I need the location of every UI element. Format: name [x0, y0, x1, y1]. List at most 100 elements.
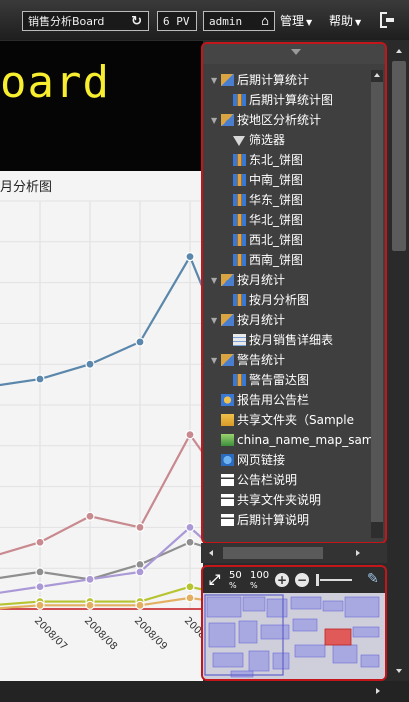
scroll-right-icon[interactable] [356, 550, 360, 556]
zoom-in-icon[interactable]: + [275, 573, 289, 587]
tree-item-label: 华北_饼图 [249, 213, 304, 227]
bar-chart-icon [233, 214, 246, 226]
expand-arrow-icon[interactable]: ▼ [211, 111, 221, 131]
tree-item[interactable]: 网页链接 [211, 450, 285, 470]
tree-item[interactable]: 按月分析图 [233, 290, 309, 310]
navigator-minimap[interactable] [203, 593, 385, 679]
tree-item-label: china_name_map_sam [237, 433, 374, 447]
folder-chart-icon [221, 114, 234, 126]
banner-title: oard [0, 57, 110, 108]
scroll-left-icon[interactable] [209, 550, 213, 556]
data-point [135, 567, 145, 577]
tree-item[interactable]: 中南_饼图 [233, 170, 303, 190]
logout-icon[interactable] [380, 12, 394, 30]
map-icon [221, 434, 234, 446]
filter-icon [233, 136, 245, 146]
data-point [35, 537, 45, 547]
data-point [85, 600, 95, 610]
bottom-scrollbar[interactable] [0, 681, 409, 702]
note-icon [221, 474, 234, 486]
tree-horizontal-scrollbar[interactable] [201, 543, 387, 563]
tree-item-label: 后期计算统计 [237, 73, 310, 87]
tree-item[interactable]: 按月销售详细表 [233, 330, 333, 350]
data-point [135, 600, 145, 610]
tree-item-label: 东北_饼图 [249, 153, 304, 167]
expand-arrow-icon[interactable]: ▼ [211, 351, 221, 371]
tree-item[interactable]: china_name_map_sam [211, 430, 373, 450]
zoom-50-button[interactable]: 50% [229, 571, 242, 591]
tree-item-label: 西南_饼图 [249, 253, 304, 267]
tree-item-label: 警告统计 [237, 353, 286, 367]
tree-item-label: 中南_饼图 [249, 173, 304, 187]
zoom-out-icon[interactable]: − [295, 573, 309, 587]
page-scroll-down-icon[interactable] [396, 669, 402, 673]
report-title-box[interactable]: 销售分析Board ↻ [22, 11, 149, 31]
tree-scroll-thumb[interactable] [371, 82, 383, 522]
tree-item-label: 按月统计 [237, 273, 286, 287]
home-icon[interactable]: ⌂ [261, 12, 269, 32]
folder-chart-icon [221, 314, 234, 326]
panel-header[interactable] [203, 44, 385, 64]
data-point [185, 430, 195, 440]
series-line [0, 596, 203, 610]
x-tick-label: 2008/07 [32, 615, 69, 652]
tree-item[interactable]: 东北_饼图 [233, 150, 303, 170]
tree-scrollbar[interactable] [371, 70, 383, 538]
help-menu[interactable]: 帮助 ▼ [329, 11, 361, 31]
tree-item-label: 共享文件夹（Sample [237, 413, 354, 427]
expand-arrow-icon[interactable]: ▼ [211, 271, 221, 291]
tree-item[interactable]: 筛选器 [233, 130, 285, 150]
bottom-scroll-right-icon[interactable] [376, 688, 380, 694]
top-toolbar: 销售分析Board ↻ 6 PV admin ⌂ 管理 ▼ 帮助 ▼ [0, 0, 409, 40]
pencil-icon[interactable]: ✎ [367, 571, 379, 587]
fit-screen-icon[interactable]: ⤢ [209, 572, 220, 588]
tree-item[interactable]: ▼ 按地区分析统计 [211, 110, 321, 130]
collapse-arrow-icon[interactable] [291, 49, 301, 55]
refresh-icon[interactable]: ↻ [131, 12, 142, 32]
expand-arrow-icon[interactable]: ▼ [211, 311, 221, 331]
user-box[interactable]: admin ⌂ [203, 11, 275, 31]
tree-item[interactable]: 西北_饼图 [233, 230, 303, 250]
page-scroll-thumb[interactable] [392, 61, 406, 251]
data-point [135, 337, 145, 347]
bar-chart-icon [233, 254, 246, 266]
tree-item[interactable]: 华东_饼图 [233, 190, 303, 210]
series-line [0, 432, 203, 556]
expand-arrow-icon[interactable]: ▼ [211, 71, 221, 91]
data-point [85, 511, 95, 521]
tree-item[interactable]: 报告用公告栏 [211, 390, 309, 410]
tree-item[interactable]: ▼ 按月统计 [211, 270, 285, 290]
line-chart-panel: 月分析图 2008/072008/082008/092008/102008/11… [0, 171, 203, 681]
folder-chart-icon [221, 354, 234, 366]
bar-chart-icon [233, 154, 246, 166]
tree-item[interactable]: ▼ 后期计算统计 [211, 70, 309, 90]
bar-chart-icon [233, 294, 246, 306]
data-point [35, 582, 45, 592]
tree-item[interactable]: 西南_饼图 [233, 250, 303, 270]
manage-menu[interactable]: 管理 ▼ [280, 11, 312, 31]
x-tick-label: 2008/08 [82, 615, 119, 652]
tree-item-label: 按月销售详细表 [249, 333, 334, 347]
tree-item[interactable]: 警告雷达图 [233, 370, 309, 390]
tree-item[interactable]: 后期计算说明 [211, 510, 309, 530]
zoom-slider[interactable] [316, 574, 356, 586]
page-scroll-up-icon[interactable] [396, 49, 402, 53]
data-point [85, 574, 95, 584]
data-point [35, 374, 45, 384]
tree-item[interactable]: 华北_饼图 [233, 210, 303, 230]
help-label: 帮助 [329, 14, 354, 28]
page-scrollbar[interactable] [389, 41, 409, 681]
chevron-down-icon: ▼ [306, 18, 313, 27]
tree-item[interactable]: 共享文件夹说明 [211, 490, 321, 510]
tree-item[interactable]: 后期计算统计图 [233, 90, 333, 110]
tree-item-label: 西北_饼图 [249, 233, 304, 247]
user-name: admin [209, 15, 243, 28]
tree-item[interactable]: 公告栏说明 [211, 470, 297, 490]
tree-item[interactable]: ▼ 按月统计 [211, 310, 285, 330]
tree-item[interactable]: ▼ 警告统计 [211, 350, 285, 370]
horizontal-scroll-thumb[interactable] [223, 547, 323, 559]
tree-item[interactable]: 共享文件夹（Sample [211, 410, 354, 430]
zoom-slider-handle[interactable] [316, 574, 319, 586]
zoom-100-button[interactable]: 100% [250, 571, 269, 591]
scroll-up-icon[interactable] [374, 73, 380, 77]
